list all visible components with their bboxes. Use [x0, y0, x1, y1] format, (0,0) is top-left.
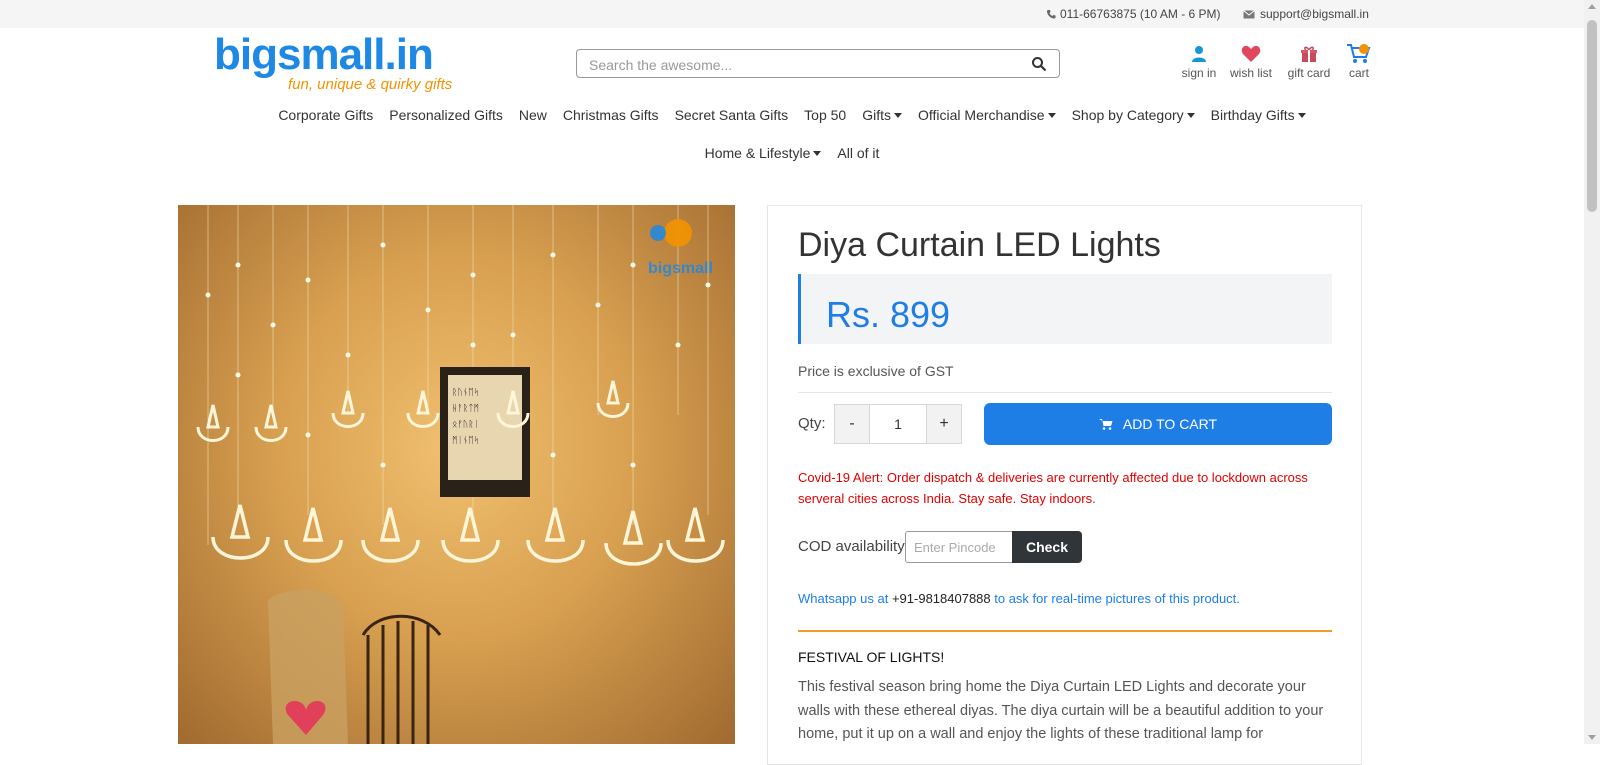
cart-label: cart: [1348, 66, 1369, 80]
cart-icon: [1098, 419, 1113, 430]
envelope-icon: [1243, 9, 1255, 18]
product-price: Rs. 899: [826, 294, 951, 335]
diya-curtain-photo: ᚱᚢᚾᛖᛋ ᚺᚨᚱᛏᛗ ᛟᚠᚢᚱᛁ ᛗᛁᚾᛖᛋ bigsmall: [196, 205, 725, 744]
scroll-up-arrow-icon[interactable]: [1588, 4, 1596, 9]
svg-text:bigsmall: bigsmall: [648, 260, 713, 277]
svg-text:ᚺᚨᚱᛏᛗ: ᚺᚨᚱᛏᛗ: [452, 403, 479, 414]
sign-in-link[interactable]: sign in: [1180, 42, 1218, 80]
nav-item-birthday-gifts[interactable]: Birthday Gifts: [1203, 107, 1314, 123]
phone-contact[interactable]: 011-66763875 (10 AM - 6 PM): [1046, 7, 1221, 21]
main-nav-row-2: Home & Lifestyle All of it: [0, 145, 1584, 161]
nav-item-new[interactable]: New: [511, 107, 555, 123]
quantity-label: Qty:: [798, 415, 826, 432]
caret-down-icon: [1047, 112, 1056, 118]
wish-list-label: wish list: [1229, 66, 1272, 80]
product-image[interactable]: ᚱᚢᚾᛖᛋ ᚺᚨᚱᛏᛗ ᛟᚠᚢᚱᛁ ᛗᛁᚾᛖᛋ bigsmall: [178, 205, 735, 744]
product-title: Diya Curtain LED Lights: [798, 226, 1161, 264]
qty-increase-button[interactable]: +: [927, 405, 961, 443]
svg-text:ᛟᚠᚢᚱᛁ: ᛟᚠᚢᚱᛁ: [452, 419, 479, 430]
nav-item-all-of-it[interactable]: All of it: [829, 145, 887, 161]
gift-icon: [1301, 46, 1317, 62]
cart-link[interactable]: cart: [1344, 42, 1374, 80]
covid-alert: Covid-19 Alert: Order dispatch & deliver…: [798, 470, 1308, 506]
top-utility-bar: 011-66763875 (10 AM - 6 PM) support@bigs…: [0, 0, 1584, 28]
check-pincode-button[interactable]: Check: [1012, 531, 1082, 563]
nav-item-shop-by-category[interactable]: Shop by Category: [1064, 107, 1203, 123]
product-details-panel: Diya Curtain LED Lights Rs. 899 Price is…: [767, 205, 1362, 765]
scroll-down-arrow-icon[interactable]: [1588, 735, 1596, 740]
nav-item-top-50[interactable]: Top 50: [796, 107, 854, 123]
search-input[interactable]: [587, 54, 1011, 76]
main-nav-row-1: Corporate Gifts Personalized Gifts New C…: [0, 107, 1584, 123]
watermark-logo: bigsmall: [648, 219, 713, 277]
whatsapp-number: +91-9818407888: [891, 591, 991, 606]
price-box: Rs. 899: [798, 274, 1332, 344]
email-contact[interactable]: support@bigsmall.in: [1243, 7, 1369, 21]
nav-item-home-lifestyle[interactable]: Home & Lifestyle: [697, 145, 830, 161]
sign-in-label: sign in: [1181, 66, 1217, 80]
pincode-input[interactable]: [905, 531, 1013, 563]
email-text: support@bigsmall.in: [1260, 7, 1369, 21]
gift-card-link[interactable]: gift card: [1286, 42, 1332, 80]
user-icon: [1192, 46, 1206, 62]
phone-icon: [1047, 10, 1056, 19]
logo-wordmark: bigsmall.in: [214, 30, 434, 79]
quantity-stepper: - +: [834, 404, 962, 444]
gst-note: Price is exclusive of GST: [798, 363, 954, 379]
divider: [798, 392, 1332, 393]
phone-text: 011-66763875 (10 AM - 6 PM): [1060, 7, 1221, 21]
gift-card-label: gift card: [1287, 66, 1331, 80]
page-scrollbar[interactable]: [1584, 0, 1600, 744]
site-logo[interactable]: bigsmall.in fun, unique & quirky gifts: [214, 30, 459, 96]
product-description: This festival season bring home the Diya…: [798, 679, 1324, 742]
nav-item-secret-santa-gifts[interactable]: Secret Santa Gifts: [667, 107, 797, 123]
add-to-cart-button[interactable]: ADD TO CART: [984, 403, 1332, 445]
nav-item-personalized-gifts[interactable]: Personalized Gifts: [381, 107, 511, 123]
qty-decrease-button[interactable]: -: [835, 405, 869, 443]
orange-divider: [798, 630, 1332, 632]
caret-down-icon: [894, 112, 902, 118]
svg-text:ᛗᛁᚾᛖᛋ: ᛗᛁᚾᛖᛋ: [452, 435, 479, 446]
caret-down-icon: [1186, 112, 1195, 118]
nav-item-christmas-gifts[interactable]: Christmas Gifts: [555, 107, 667, 123]
wish-list-link[interactable]: wish list: [1228, 42, 1274, 80]
quantity-input[interactable]: [869, 405, 927, 443]
scrollbar-thumb[interactable]: [1587, 20, 1597, 212]
add-to-cart-label: ADD TO CART: [1122, 416, 1218, 432]
search-icon[interactable]: [1031, 56, 1047, 72]
svg-text:ᚱᚢᚾᛖᛋ: ᚱᚢᚾᛖᛋ: [452, 387, 479, 398]
nav-item-official-merchandise[interactable]: Official Merchandise: [910, 107, 1064, 123]
whatsapp-note[interactable]: Whatsapp us at +91-9818407888 to ask for…: [798, 591, 1240, 606]
heart-icon: [1241, 45, 1261, 62]
caret-down-icon: [813, 150, 822, 156]
search-bar: [576, 49, 1060, 78]
cart-icon: [1347, 44, 1371, 63]
nav-item-corporate-gifts[interactable]: Corporate Gifts: [270, 107, 381, 123]
cod-availability-label: COD availability: [798, 538, 905, 555]
description-heading: FESTIVAL OF LIGHTS!: [798, 649, 945, 665]
nav-item-gifts[interactable]: Gifts: [854, 107, 910, 123]
caret-down-icon: [1297, 112, 1306, 118]
